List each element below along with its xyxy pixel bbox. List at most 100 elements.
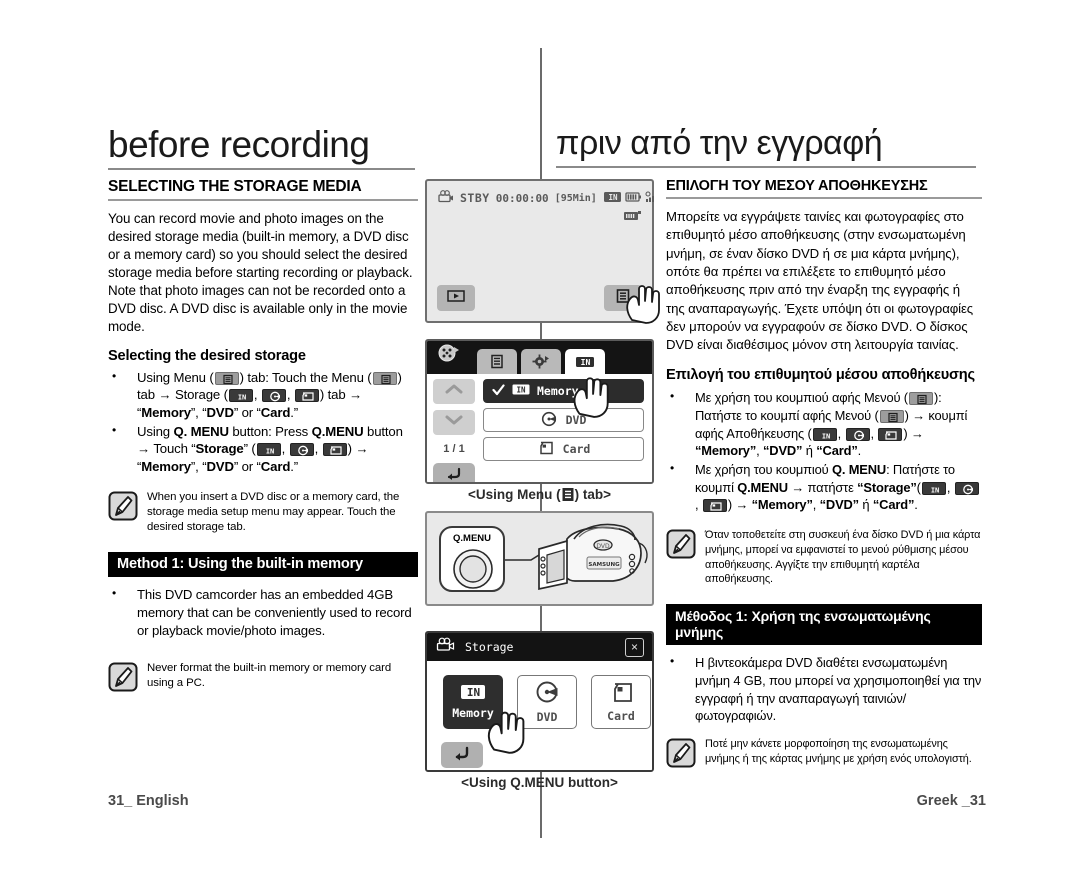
list-item: Με χρήση του κουμπιού αφής Μενού (): Πατ…: [666, 388, 982, 460]
storage-tile-label: DVD: [536, 710, 558, 724]
tab-storage[interactable]: IN: [565, 349, 605, 374]
close-icon[interactable]: ×: [625, 637, 644, 657]
dvd-disc-icon: [541, 411, 557, 430]
dvd-disc-icon: [845, 427, 870, 441]
list-item: Using Q. MENU button: Press Q.MENU butto…: [108, 422, 418, 476]
svg-text:SAMSUNG: SAMSUNG: [588, 562, 620, 568]
svg-text:IN: IN: [608, 193, 618, 202]
english-intro-paragraph: You can record movie and photo images on…: [108, 211, 413, 334]
osd-right-icons: IN: [603, 190, 656, 206]
scroll-down-button[interactable]: [433, 410, 475, 435]
footer-page-greek: Greek _31: [916, 793, 986, 809]
in-memory-icon: IN: [603, 191, 622, 206]
chevron-down-icon: [443, 413, 465, 432]
greek-note-1: Όταν τοποθετείτε στη συσκευή ένα δίσκο D…: [666, 528, 982, 587]
figure-lcd-standby: STBY 00:00:00 [95Min] IN: [425, 179, 660, 324]
note-text: Ποτέ μην κάνετε μορφοποίηση της ενσωματω…: [705, 737, 972, 765]
storage-title-bar: Storage ×: [427, 633, 652, 661]
osd-status-row: STBY 00:00:00 [95Min] IN: [437, 190, 654, 206]
list-item: Using Menu () tab: Touch the Menu () tab…: [108, 368, 418, 422]
menu-button[interactable]: [604, 285, 642, 311]
menu-body: 1 / 1 IN Memory DVD Card: [427, 374, 652, 482]
list-item: Η βιντεοκάμερα DVD διαθέτει ενσωματωμένη…: [666, 653, 982, 725]
menu-icon: [615, 288, 631, 309]
memory-card-icon: [322, 443, 347, 457]
svg-text:IN: IN: [822, 432, 830, 440]
menu-row-card[interactable]: Card: [483, 437, 644, 461]
back-button[interactable]: [433, 463, 475, 483]
greek-method-heading: Μέθοδος 1: Χρήση της ενσωματωμένης μνήμη…: [666, 604, 982, 646]
note-pen-icon: [666, 529, 696, 564]
memory-card-icon: [294, 389, 319, 403]
menu-row-label: Memory: [537, 384, 579, 398]
dvd-disc-icon: [535, 680, 559, 707]
in-memory-icon: IN: [812, 427, 837, 441]
svg-text:IN: IN: [467, 686, 480, 699]
menu-row-label: Card: [562, 442, 591, 456]
page-title-english: before recording: [108, 124, 370, 165]
storage-tile-dvd[interactable]: DVD: [517, 675, 577, 729]
greek-column: ΕΠΙΛΟΓΗ ΤΟΥ ΜΕΣΟΥ ΑΠΟΘΗΚΕΥΣΗΣ Μπορείτε ν…: [666, 178, 982, 773]
caption-using-qmenu-button: <Using Q.MENU button>: [461, 775, 618, 790]
play-icon: [446, 289, 466, 308]
storage-title: Storage: [465, 640, 514, 654]
note-pen-icon: [666, 738, 696, 773]
back-arrow-icon: [444, 466, 464, 483]
in-memory-icon: IN: [228, 389, 253, 403]
svg-text:IN: IN: [931, 486, 939, 494]
storage-tile-card[interactable]: Card: [591, 675, 651, 729]
memory-card-icon: [702, 499, 727, 513]
greek-intro-paragraph: Μπορείτε να εγγράψετε ταινίες και φωτογρ…: [666, 209, 974, 353]
menu-row-memory[interactable]: IN Memory: [483, 379, 644, 403]
english-method-heading: Method 1: Using the built-in memory: [108, 552, 418, 578]
footer-page-english: 31_ English: [108, 793, 189, 809]
list-item: Με χρήση του κουμπιού Q. MENU: Πατήστε τ…: [666, 460, 982, 514]
tab-menu[interactable]: [477, 349, 517, 374]
menu-icon: [561, 487, 575, 505]
chevron-up-icon: [443, 382, 465, 401]
camcorder-illustration: DVD SAMSUNG: [505, 523, 648, 591]
dvd-disc-icon: [261, 389, 286, 403]
back-arrow-icon: [451, 745, 473, 766]
title-rule-english: [108, 168, 415, 170]
back-button[interactable]: [441, 742, 483, 768]
storage-body: IN Memory DVD Card: [427, 661, 652, 770]
storage-tile-memory[interactable]: IN Memory: [443, 675, 503, 729]
menu-side-column: 1 / 1: [427, 374, 479, 482]
svg-text:IN: IN: [516, 385, 526, 394]
caption-using-menu-tab: <Using Menu () tab>: [425, 487, 654, 505]
menu-icon: [908, 392, 933, 406]
in-memory-icon: IN: [921, 481, 946, 495]
tab-settings[interactable]: [521, 349, 561, 374]
figure-camcorder: Q.MENU DVD SAMSUNG: [425, 511, 654, 606]
settings-logo-icon: [437, 343, 461, 370]
memory-card-icon: [609, 682, 633, 706]
menu-icon: [372, 371, 397, 385]
play-button[interactable]: [437, 285, 475, 311]
menu-icon: [879, 409, 904, 423]
title-rule-greek: [556, 166, 976, 168]
storage-tile-label: Card: [607, 708, 635, 723]
list-item: This DVD camcorder has an embedded 4GB m…: [108, 585, 418, 639]
greek-bullet-list: Με χρήση του κουμπιού αφής Μενού (): Πατ…: [666, 388, 982, 514]
movie-camera-icon: [437, 190, 454, 206]
signal-icon: [645, 190, 656, 206]
in-memory-icon: IN: [256, 443, 281, 457]
english-bullet-list: Using Menu () tab: Touch the Menu () tab…: [108, 368, 418, 476]
english-column: SELECTING THE STORAGE MEDIA You can reco…: [108, 178, 418, 697]
note-text: When you insert a DVD disc or a memory c…: [147, 490, 400, 534]
greek-note-2: Ποτέ μην κάνετε μορφοποίηση της ενσωματω…: [666, 737, 982, 773]
page-counter: 1 / 1: [443, 443, 465, 455]
storage-tile-label: Memory: [452, 706, 494, 720]
menu-row-label: DVD: [565, 413, 587, 427]
memory-card-icon: [537, 441, 554, 458]
note-pen-icon: [108, 491, 138, 526]
scroll-up-button[interactable]: [433, 379, 475, 404]
menu-row-dvd[interactable]: DVD: [483, 408, 644, 432]
page-title-greek: πριν από την εγγραφή: [556, 124, 883, 162]
english-sub-heading: Selecting the desired storage: [108, 347, 306, 364]
dvd-disc-icon: [954, 481, 979, 495]
dvd-disc-icon: [289, 443, 314, 457]
in-memory-icon: IN: [512, 384, 530, 398]
svg-text:IN: IN: [238, 394, 246, 402]
